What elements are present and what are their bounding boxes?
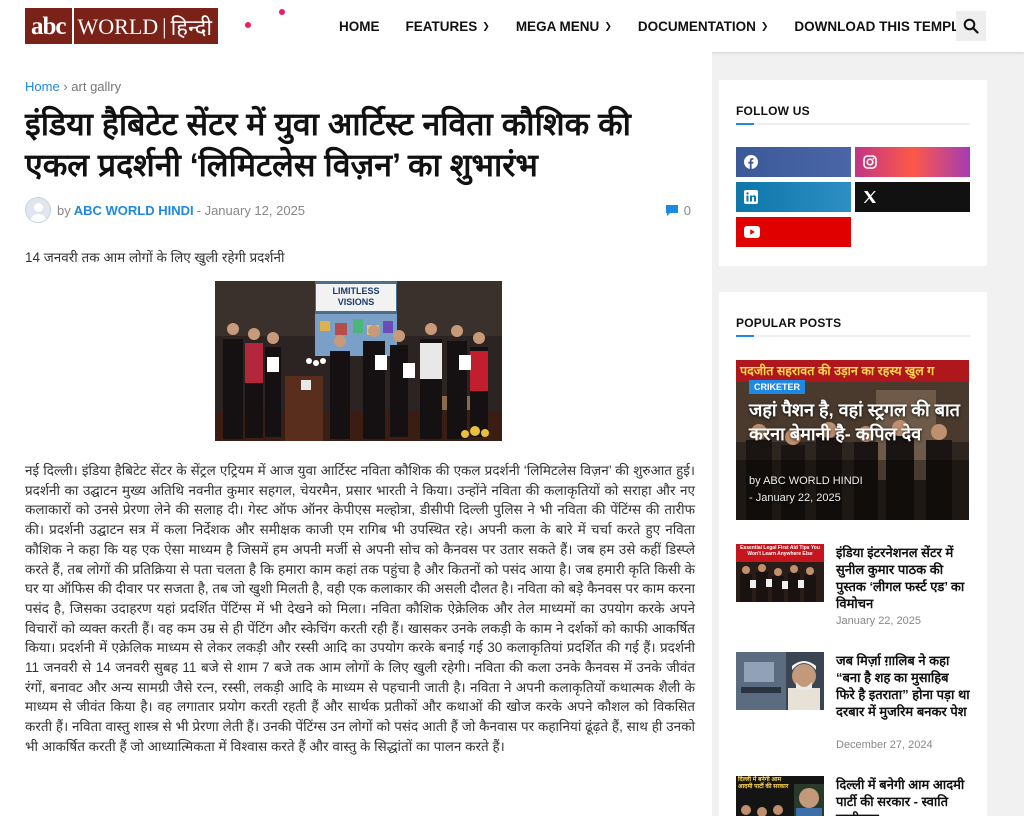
post-thumbnail[interactable] [736,652,824,710]
x-button[interactable] [855,182,970,212]
decor-dot [279,9,285,15]
popular-post-title[interactable]: दिल्ली में बनेगी आम आदमी पार्टी की सरकार… [836,776,970,816]
widget-title-underline [736,335,970,337]
post-thumbnail[interactable]: दिल्ली में बनेगी आम आदमी पार्टी की सरकार [736,776,824,816]
featured-post-author[interactable]: by ABC WORLD HINDI [749,473,949,490]
article-card: Home › art gallry इंडिया हैबिटेट सेंटर म… [0,52,712,816]
featured-banner-text: पदजीत सहरावत की उड़ान का रहस्य खुल ग [736,360,969,382]
decor-dot [245,22,251,28]
search-button[interactable] [956,11,986,41]
category-tag[interactable]: CRIKETER [749,380,806,394]
breadcrumb-separator: › [63,79,68,94]
breadcrumb-home[interactable]: Home [25,79,60,94]
linkedin-icon [744,190,758,204]
nav-features[interactable]: FEATURES ❯ [406,19,490,34]
post-date: - January 12, 2025 [196,202,306,218]
widget-title-underline [736,123,970,125]
nav-documentation[interactable]: DOCUMENTATION ❯ [638,19,769,34]
popular-post-item[interactable]: Essential Legal First Aid Tips You Won't… [736,544,970,627]
photo-banner-text: LIMITLESS VISIONS [332,286,380,307]
logo-world-text: WORLD [77,14,159,39]
article-body: नई दिल्ली। इंडिया हैबिटेट सेंटर के सेंट्… [25,463,695,754]
instagram-button[interactable] [855,147,970,177]
featured-post-date: - January 22, 2025 [749,492,841,504]
article-photo: LIMITLESS VISIONS [215,281,502,441]
featured-post-title[interactable]: जहां पैशन है, वहां स्ट्रगल की बात करना ब… [749,398,964,446]
logo-world: WORLD | हिन्दी [71,8,219,44]
comment-count-link[interactable]: 0 [665,203,691,218]
nav-home[interactable]: HOME [339,19,380,34]
logo-divider: | [162,14,167,39]
logo-abc: abc [25,8,72,44]
main-nav: HOME FEATURES ❯ MEGA MENU ❯ DOCUMENTATION ❯… [339,0,1011,52]
thumbnail-image [736,652,824,710]
youtube-button[interactable] [736,217,851,247]
post-thumbnail[interactable]: Essential Legal First Aid Tips You Won't… [736,544,824,602]
popular-post-date: December 27, 2024 [836,739,933,751]
breadcrumb: Home › art gallry [25,79,121,94]
article-title: इंडिया हैबिटेट सेंटर में युवा आर्टिस्ट न… [25,106,631,183]
instagram-icon [863,155,877,169]
search-icon [963,18,979,34]
popular-post-item[interactable]: दिल्ली में बनेगी आम आदमी पार्टी की सरकार… [736,776,969,816]
popular-post-item[interactable]: जब मिर्ज़ा ग़ालिब ने कहा “बना है शह का म… [736,652,970,752]
nav-documentation-label: DOCUMENTATION [637,18,756,34]
logo-hindi-text: हिन्दी [170,15,213,40]
nav-mega-menu[interactable]: MEGA MENU ❯ [516,19,612,34]
chevron-down-icon: ❯ [760,20,769,31]
chevron-down-icon: ❯ [604,20,612,31]
follow-us-title: FOLLOW US [736,104,810,118]
comment-icon [665,204,678,216]
youtube-icon [744,226,760,238]
top-navbar: abc WORLD | हिन्दी HOME FEATURES ❯ MEGA M… [0,0,1024,52]
featured-post-meta: by ABC WORLD HINDI - January 22, 2025 [749,473,949,507]
follow-us-widget: FOLLOW US [719,80,987,266]
breadcrumb-current[interactable]: art gallry [71,79,121,94]
thumbnail-caption: दिल्ली में बनेगी आम आदमी पार्टी की सरकार [738,777,789,790]
linkedin-button[interactable] [736,182,851,212]
popular-posts-title: POPULAR POSTS [736,316,842,330]
popular-post-date: January 22, 2025 [836,615,922,627]
nav-features-label: FEATURES [405,18,478,34]
featured-post[interactable]: पदजीत सहरावत की उड़ान का रहस्य खुल ग CRI… [736,360,969,520]
by-label: by [57,202,71,218]
facebook-icon [744,155,758,169]
x-icon [863,191,876,203]
nav-mega-menu-label: MEGA MENU [515,18,600,34]
nav-home-label: HOME [339,18,380,34]
article-subtitle: 14 जनवरी तक आम लोगों के लिए खुली रहेगी प… [25,250,285,265]
author-link[interactable]: ABC WORLD HINDI [74,203,194,218]
popular-posts-widget: POPULAR POSTS पदजीत सहरावत की उड़ान का र… [719,292,987,816]
popular-post-title[interactable]: जब मिर्ज़ा ग़ालिब ने कहा “बना है शह का म… [836,652,970,720]
site-logo[interactable]: abc WORLD | हिन्दी [25,8,219,44]
facebook-button[interactable] [736,147,851,177]
popular-post-title[interactable]: इंडिया इंटरनेशनल सेंटर में सुनील कुमार प… [836,544,970,612]
chevron-down-icon: ❯ [482,20,490,31]
thumbnail-caption: Essential Legal First Aid Tips You Won't… [740,545,820,557]
article-meta: by ABC WORLD HINDI - January 12, 2025 0 [25,196,691,224]
comment-count: 0 [683,202,691,218]
author-avatar[interactable] [25,197,51,223]
